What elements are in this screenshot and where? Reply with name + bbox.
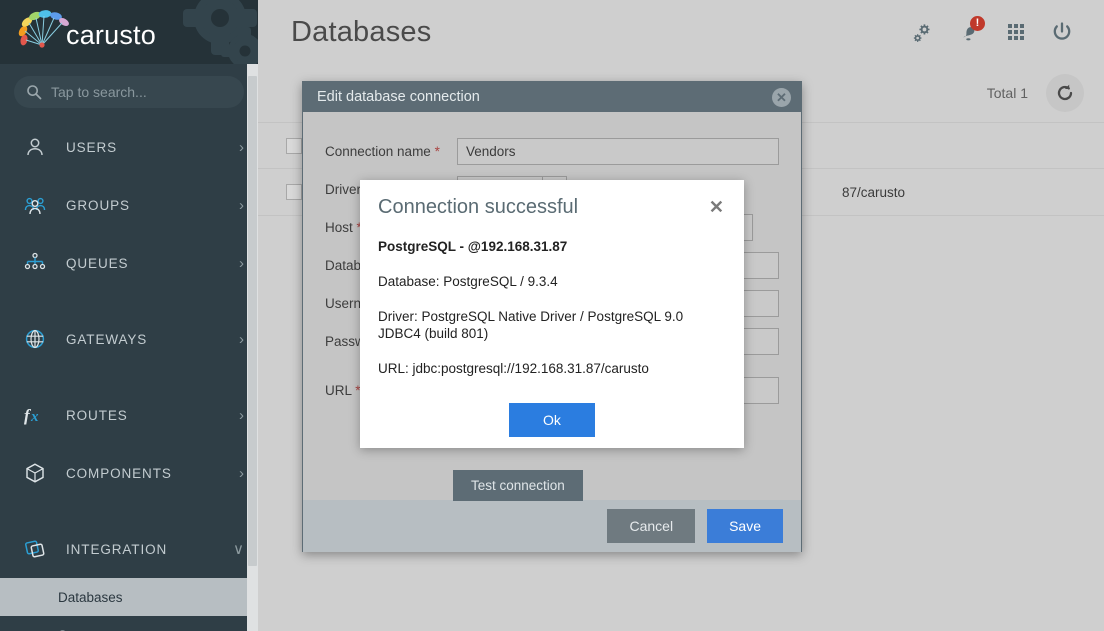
connection-name-input[interactable] xyxy=(457,137,779,165)
sidebar-item-routes[interactable]: f x ROUTES › xyxy=(0,386,258,444)
row-url-cell: 87/carusto xyxy=(842,184,906,200)
top-bar: Databases ! xyxy=(258,0,1104,64)
required-marker: * xyxy=(434,143,440,159)
chevron-right-icon: › xyxy=(239,406,244,424)
sidebar-subitem-label: Databases xyxy=(58,589,123,605)
page-title: Databases xyxy=(291,15,432,48)
brand-logo[interactable]: carusto xyxy=(18,9,156,53)
chevron-down-icon: ∨ xyxy=(233,540,244,558)
field-connection-name: Connection name * xyxy=(325,132,779,170)
refresh-icon xyxy=(1057,84,1073,101)
groups-icon xyxy=(22,192,48,218)
notification-badge: ! xyxy=(970,16,985,31)
sidebar-item-users[interactable]: USERS › xyxy=(0,118,258,176)
chevron-right-icon: › xyxy=(239,254,244,272)
notifications-bell-icon[interactable]: ! xyxy=(950,12,990,52)
fx-icon: f x xyxy=(22,402,48,428)
ok-button[interactable]: Ok xyxy=(509,403,595,438)
sidebar-item-label: GATEWAYS xyxy=(66,331,148,347)
save-button[interactable]: Save xyxy=(707,509,783,543)
search-input[interactable] xyxy=(51,84,232,100)
field-label: Connection name * xyxy=(325,143,440,159)
sidebar-item-label: QUEUES xyxy=(66,255,129,271)
modal-line: PostgreSQL - @192.168.31.87 xyxy=(378,239,568,254)
chevron-right-icon: › xyxy=(239,464,244,482)
sidebar-item-label: GROUPS xyxy=(66,197,130,213)
modal-title: Connection successful xyxy=(378,196,579,218)
sidebar-item-components[interactable]: COMPONENTS › xyxy=(0,444,258,502)
chevron-right-icon: › xyxy=(239,196,244,214)
integration-icon xyxy=(22,536,48,562)
refresh-button[interactable] xyxy=(1046,74,1084,112)
row-checkbox[interactable] xyxy=(286,184,302,200)
cube-icon xyxy=(22,460,48,486)
modal-line: Database: PostgreSQL / 9.3.4 xyxy=(378,273,558,289)
power-icon[interactable] xyxy=(1042,12,1082,52)
sidebar-item-label: ROUTES xyxy=(66,407,128,423)
carusto-mark-icon xyxy=(18,10,69,48)
sidebar-search-row xyxy=(0,64,258,118)
sidebar-nav: USERS › GROUPS › QUEUES › GATEWAYS › f x… xyxy=(0,118,258,631)
test-connection-button[interactable]: Test connection xyxy=(453,470,583,501)
sidebar-logo-bar: carusto xyxy=(0,0,258,64)
application-root: carusto USERS › xyxy=(0,0,1104,631)
search-box[interactable] xyxy=(14,76,244,108)
gear-decoration-small-icon xyxy=(228,34,258,64)
sidebar-subitem-databases[interactable]: Databases xyxy=(0,578,258,616)
modal-line: URL: jdbc:postgresql://192.168.31.87/car… xyxy=(378,360,649,376)
user-icon xyxy=(22,134,48,160)
modal-line: Driver: PostgreSQL Native Driver / Postg… xyxy=(378,308,684,341)
chevron-right-icon: › xyxy=(239,138,244,156)
sidebar-item-gateways[interactable]: GATEWAYS › xyxy=(0,310,258,368)
settings-gears-icon[interactable] xyxy=(904,12,944,52)
svg-text:x: x xyxy=(30,409,39,425)
total-count-label: Total 1 xyxy=(986,85,1028,101)
sidebar-item-label: INTEGRATION xyxy=(66,541,168,557)
sidebar-item-label: USERS xyxy=(66,139,118,155)
dialog-header: Edit database connection ✕ xyxy=(303,82,801,112)
dialog-footer: Cancel Save xyxy=(303,500,801,552)
modal-header: Connection successful ✕ xyxy=(378,196,726,219)
queues-icon xyxy=(22,250,48,276)
chevron-right-icon: › xyxy=(239,330,244,348)
sidebar-subitem-label: Storages xyxy=(58,628,112,631)
sidebar: carusto USERS › xyxy=(0,0,258,631)
dialog-title: Edit database connection xyxy=(317,89,480,105)
connection-successful-modal: Connection successful ✕ PostgreSQL - @19… xyxy=(360,180,744,448)
sidebar-subitem-storages[interactable]: Storages xyxy=(0,616,258,631)
close-circle-icon[interactable]: ✕ xyxy=(772,87,791,107)
brand-name: carusto xyxy=(66,20,156,50)
globe-icon xyxy=(22,326,48,352)
sidebar-item-groups[interactable]: GROUPS › xyxy=(0,176,258,234)
sidebar-item-label: COMPONENTS xyxy=(66,465,172,481)
sidebar-scrollbar-thumb[interactable] xyxy=(248,76,257,566)
cancel-button[interactable]: Cancel xyxy=(607,509,696,543)
row-checkbox[interactable] xyxy=(286,137,302,154)
apps-grid-icon[interactable] xyxy=(996,12,1036,52)
sidebar-item-queues[interactable]: QUEUES › xyxy=(0,234,258,292)
search-icon xyxy=(27,85,42,100)
sidebar-scrollbar-track[interactable] xyxy=(247,64,258,631)
close-x-icon[interactable]: ✕ xyxy=(701,196,726,218)
sidebar-item-integration[interactable]: INTEGRATION ∨ xyxy=(0,520,258,578)
